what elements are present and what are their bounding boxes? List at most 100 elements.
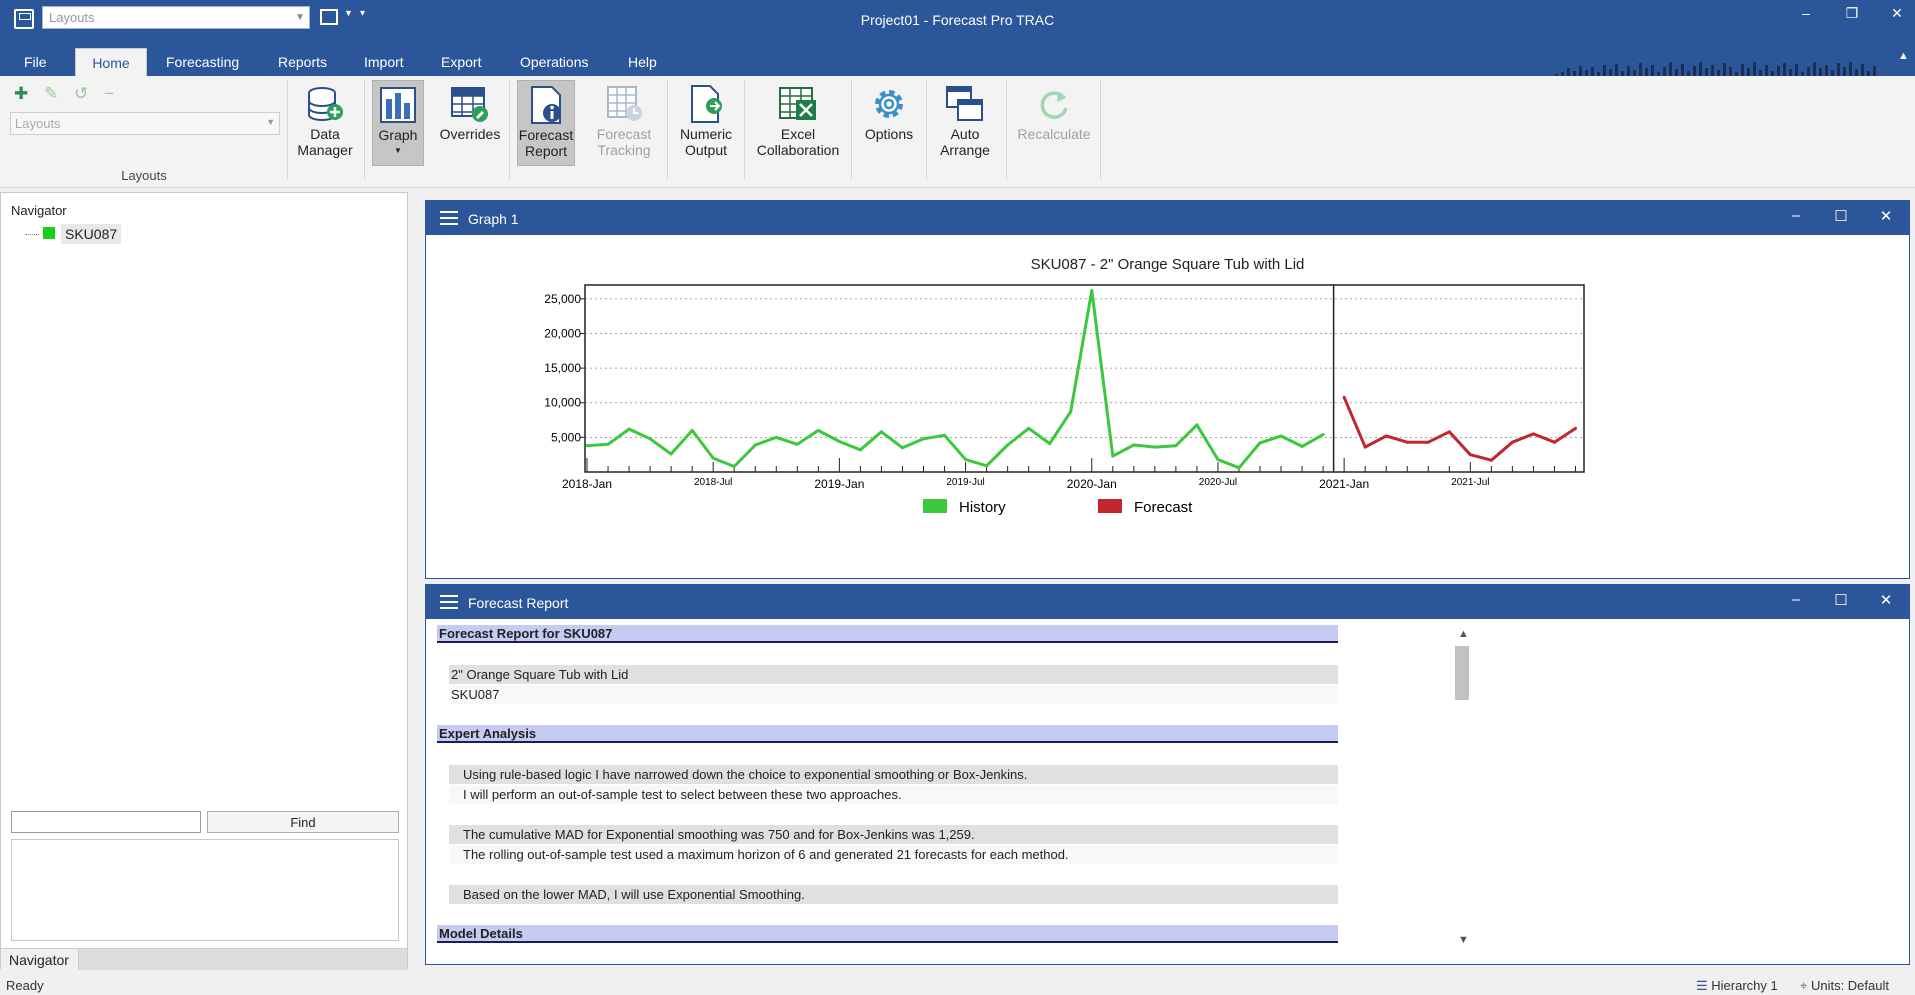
report-line: The rolling out-of-sample test used a ma… xyxy=(449,845,1338,864)
find-input[interactable] xyxy=(11,811,201,833)
maximize-panel-button[interactable]: ☐ xyxy=(1830,591,1852,609)
data-point-history xyxy=(732,464,736,468)
hierarchy-status[interactable]: ☰ Hierarchy 1 xyxy=(1696,978,1778,994)
report-content: Forecast Report for SKU087 2" Orange Squ… xyxy=(437,625,1897,961)
data-point-forecast xyxy=(1468,453,1472,457)
y-tick-label: 5,000 xyxy=(551,430,581,444)
units-status[interactable]: ⌖ Units: Default xyxy=(1800,978,1889,994)
data-manager-label-1: Data xyxy=(310,126,340,142)
close-window-button[interactable]: ✕ xyxy=(1885,5,1909,27)
report-section-header: Forecast Report for SKU087 xyxy=(437,625,1338,643)
excel-collaboration-label-2: Collaboration xyxy=(756,142,840,158)
minimize-panel-button[interactable]: – xyxy=(1785,591,1807,608)
minimize-window-button[interactable]: – xyxy=(1794,5,1818,27)
auto-arrange-button[interactable]: Auto Arrange xyxy=(932,80,998,166)
tab-home[interactable]: Home xyxy=(75,48,147,76)
data-point-history xyxy=(795,442,799,446)
tab-export[interactable]: Export xyxy=(441,50,481,76)
tab-forecasting[interactable]: Forecasting xyxy=(166,50,239,76)
bar-chart-icon xyxy=(380,87,416,123)
options-button[interactable]: Options xyxy=(857,80,921,166)
data-point-history xyxy=(606,442,610,446)
report-scrollbar-thumb[interactable] xyxy=(1455,646,1469,700)
edit-layout-icon[interactable]: ✎ xyxy=(44,84,58,104)
graph-button[interactable]: Graph ▼ xyxy=(372,80,424,166)
scroll-down-arrow-icon[interactable]: ▼ xyxy=(1458,934,1469,946)
data-point-forecast xyxy=(1405,440,1409,444)
y-tick-label: 20,000 xyxy=(544,326,581,340)
data-point-history xyxy=(1258,441,1262,445)
tab-import[interactable]: Import xyxy=(364,50,404,76)
tree-item-sku087[interactable]: SKU087 xyxy=(61,224,122,244)
undo-layout-icon[interactable]: ↺ xyxy=(74,84,88,104)
data-point-history xyxy=(900,446,904,450)
app-title: Project01 - Forecast Pro TRAC xyxy=(860,12,1055,28)
find-button[interactable]: Find xyxy=(207,811,399,833)
ribbon-tabs: File Home Forecasting Reports Import Exp… xyxy=(0,40,1915,78)
chevron-down-icon: ▼ xyxy=(394,146,402,155)
ribbon-separator xyxy=(926,80,927,180)
data-point-history xyxy=(1069,410,1073,414)
forecast-report-panel: Forecast Report – ☐ ✕ Forecast Report fo… xyxy=(425,584,1910,965)
x-tick-label: 2021-Jul xyxy=(1451,477,1489,488)
minimize-panel-button[interactable]: – xyxy=(1785,207,1807,224)
graph-panel-header: Graph 1 – ☐ ✕ xyxy=(426,201,1909,235)
tag-icon: ⌖ xyxy=(1800,978,1808,993)
tab-file[interactable]: File xyxy=(24,50,47,76)
plot-area xyxy=(584,284,1585,473)
navigator-panel: Navigator SKU087 Find Navigator xyxy=(0,192,408,970)
tab-help[interactable]: Help xyxy=(628,50,657,76)
data-point-forecast xyxy=(1573,426,1577,430)
data-manager-label-2: Manager xyxy=(297,142,353,158)
x-tick-label: 2020-Jul xyxy=(1199,477,1237,488)
data-manager-button[interactable]: Data Manager xyxy=(292,80,358,166)
restore-window-button[interactable]: ❐ xyxy=(1840,5,1864,27)
close-panel-button[interactable]: ✕ xyxy=(1875,207,1897,225)
close-panel-button[interactable]: ✕ xyxy=(1875,591,1897,609)
data-point-history xyxy=(627,427,631,431)
layouts-combo[interactable]: Layouts ▼ xyxy=(10,112,280,135)
excel-icon xyxy=(779,87,816,120)
forecast-tracking-button[interactable]: Forecast Tracking xyxy=(586,80,662,166)
data-point-forecast xyxy=(1447,430,1451,434)
forecast-report-label-1: Forecast xyxy=(518,127,574,143)
collapse-ribbon-icon[interactable]: ▲ xyxy=(1898,50,1909,62)
find-results-box[interactable] xyxy=(11,839,399,941)
numeric-output-button[interactable]: Numeric Output xyxy=(673,80,739,166)
graph-panel: Graph 1 – ☐ ✕ SKU087 - 2" Orange Square … xyxy=(425,200,1910,579)
ribbon: ✚ ✎ ↺ − Layouts ▼ Layouts Data Manager G… xyxy=(0,76,1915,188)
gear-icon xyxy=(875,90,903,118)
data-point-history xyxy=(585,444,589,448)
ribbon-separator xyxy=(364,80,365,180)
report-item-code: SKU087 xyxy=(449,685,1338,704)
hamburger-menu-icon[interactable] xyxy=(440,211,458,225)
tab-navigator[interactable]: Navigator xyxy=(1,948,79,970)
maximize-panel-button[interactable]: ☐ xyxy=(1830,207,1852,225)
forecast-report-button[interactable]: Forecast Report xyxy=(517,80,575,166)
x-tick-label: 2018-Jul xyxy=(694,477,732,488)
auto-arrange-label-1: Auto xyxy=(950,126,980,142)
overrides-button[interactable]: Overrides xyxy=(436,80,504,166)
graph-panel-title: Graph 1 xyxy=(468,211,519,227)
forecast-report-label-2: Report xyxy=(524,143,568,159)
tab-reports[interactable]: Reports xyxy=(278,50,327,76)
data-point-forecast xyxy=(1531,432,1535,436)
data-point-history xyxy=(1153,445,1157,449)
data-point-forecast xyxy=(1342,395,1346,399)
excel-collaboration-button[interactable]: Excel Collaboration xyxy=(750,80,846,166)
scroll-up-arrow-icon[interactable]: ▲ xyxy=(1458,628,1469,640)
chevron-down-icon: ▼ xyxy=(266,117,275,127)
forecast-tracking-label-1: Forecast xyxy=(596,126,652,142)
auto-arrange-label-2: Arrange xyxy=(940,142,990,158)
remove-layout-icon[interactable]: − xyxy=(104,84,114,104)
excel-collaboration-label-1: Excel xyxy=(780,126,816,142)
recalculate-button[interactable]: Recalculate xyxy=(1014,80,1094,166)
data-point-history xyxy=(1279,434,1283,438)
add-layout-icon[interactable]: ✚ xyxy=(14,84,28,104)
data-point-history xyxy=(1090,289,1094,293)
tab-operations[interactable]: Operations xyxy=(520,50,588,76)
y-tick-label: 10,000 xyxy=(544,396,581,410)
hamburger-menu-icon[interactable] xyxy=(440,595,458,609)
data-point-history xyxy=(690,428,694,432)
y-tick-label: 15,000 xyxy=(544,361,581,375)
